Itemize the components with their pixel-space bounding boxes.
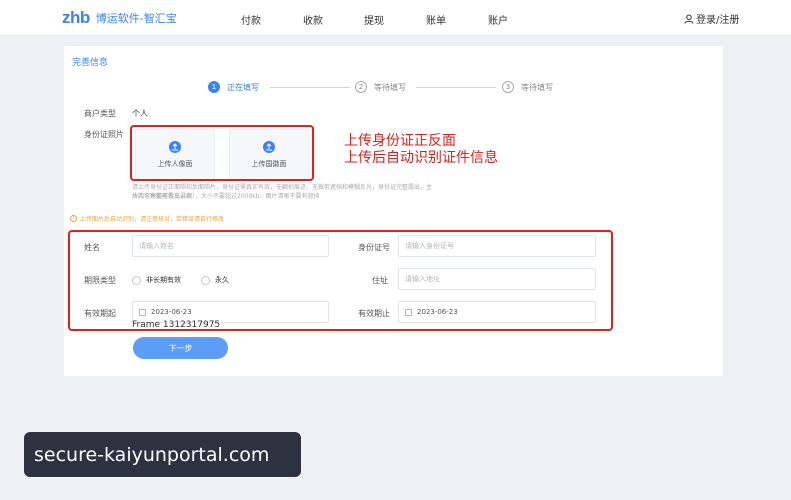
logo-text: 博运软件-智汇宝 xyxy=(95,12,177,25)
warning-icon: ! xyxy=(70,215,77,222)
warning-text: 上传图片后自动识别，请注意核对，若错误请自行修改 xyxy=(80,216,225,223)
step-number: 2 xyxy=(355,81,367,93)
merchant-type-value: 个人 xyxy=(132,109,148,118)
annotation-line2: 上传后自动识别证件信息 xyxy=(344,150,498,166)
step-label: 等待填写 xyxy=(521,82,553,92)
auto-recognition-warning: ! 上传图片后自动识别，请注意核对，若错误请自行修改 xyxy=(70,214,224,223)
merchant-type-label: 商户类型 xyxy=(84,109,116,118)
logo-mark: zhb xyxy=(62,8,90,27)
step-number: 3 xyxy=(502,81,514,93)
nav-account[interactable]: 账户 xyxy=(488,12,508,27)
nav-withdraw[interactable]: 提现 xyxy=(364,12,384,27)
top-navbar: zhb 博运软件-智汇宝 付款 收款 提现 账单 账户 登录/注册 xyxy=(0,0,791,36)
next-step-button[interactable]: 下一步 xyxy=(133,337,228,359)
step-connector xyxy=(270,87,350,88)
step-2: 2 等待填写 xyxy=(355,81,406,93)
step-connector xyxy=(416,87,496,88)
step-1: 1 正在填写 xyxy=(208,81,259,93)
step-label: 正在填写 xyxy=(227,82,259,92)
nav-bills[interactable]: 账单 xyxy=(426,12,446,27)
login-register-link[interactable]: 登录/注册 xyxy=(684,11,739,26)
user-icon xyxy=(684,14,694,24)
nav-receive[interactable]: 收款 xyxy=(303,12,323,27)
step-label: 等待填写 xyxy=(374,82,406,92)
step-3: 3 等待填写 xyxy=(502,81,553,93)
id-photo-label: 身份证照片 xyxy=(84,130,124,139)
step-number: 1 xyxy=(208,81,220,93)
nav-pay[interactable]: 付款 xyxy=(241,12,261,27)
upload-hint-line2: 片四个角都能露出最好），大小不要超过2000kb，图片清晰不要有遮挡 xyxy=(132,193,320,200)
login-label: 登录/注册 xyxy=(696,15,740,26)
annotation-line1: 上传身份证正反面 xyxy=(344,133,456,149)
page-title: 完善信息 xyxy=(72,58,109,68)
watermark-url: secure-kaiyunportal.com xyxy=(24,432,301,477)
form-fields-highlight-box xyxy=(68,230,613,331)
logo[interactable]: zhb 博运软件-智汇宝 xyxy=(62,8,177,28)
upload-highlight-box xyxy=(130,125,314,181)
